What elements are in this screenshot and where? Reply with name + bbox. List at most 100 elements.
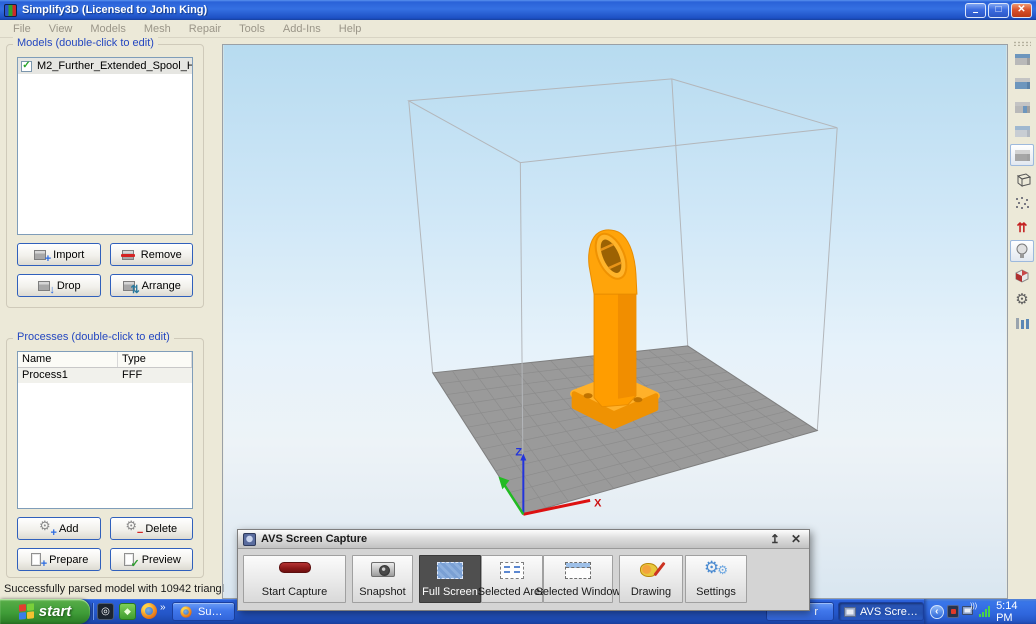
model-name: M2_Further_Extended_Spool_Holder [37, 60, 193, 72]
menu-addins[interactable]: Add-Ins [274, 23, 330, 35]
render-points-icon[interactable] [1010, 192, 1034, 214]
task-avs-screen[interactable]: AVS Screen ... [838, 602, 924, 621]
models-list[interactable]: ✓ M2_Further_Extended_Spool_Holder [17, 57, 193, 235]
selected-area-icon [500, 562, 524, 579]
quick-launch-media-icon[interactable]: ◎ [97, 603, 114, 620]
render-solid-icon[interactable] [1010, 144, 1034, 166]
remove-button[interactable]: Remove [110, 243, 194, 266]
add-process-button[interactable]: ⚙+ Add [17, 517, 101, 540]
selected-window-icon [565, 562, 591, 579]
process-type-cell: FFF [118, 368, 192, 383]
status-message: Successfully parsed model with 10942 tri… [4, 583, 236, 595]
model-checkbox[interactable]: ✓ [21, 61, 32, 72]
menu-repair[interactable]: Repair [180, 23, 230, 35]
tray-display-icon[interactable]: ))) [962, 605, 976, 618]
avs-capture-dialog: AVS Screen Capture ↥ ✕ Start Capture Sna… [237, 529, 810, 611]
import-button[interactable]: + Import [17, 243, 101, 266]
close-button[interactable]: ✕ [1011, 3, 1032, 18]
selected-window-button[interactable]: Selected Window [543, 555, 613, 603]
delete-gears-icon: ⚙− [125, 522, 140, 536]
arrange-button[interactable]: ⇅ Arrange [110, 274, 194, 297]
preview-document-icon: ✓ [122, 553, 137, 567]
view-side-cube-icon[interactable] [1010, 96, 1034, 118]
menu-tools[interactable]: Tools [230, 23, 274, 35]
start-capture-button[interactable]: Start Capture [243, 555, 346, 603]
desktop-screen: Simplify3D (Licensed to John King) – □ ✕… [0, 0, 1036, 624]
tray-clock[interactable]: 5:14 PM [996, 600, 1036, 624]
processes-table-header: Name Type [18, 352, 192, 368]
left-sidebar: Models (double-click to edit) ✓ M2_Furth… [0, 38, 222, 599]
models-groupbox-title: Models (double-click to edit) [13, 37, 158, 49]
table-row[interactable]: Process1 FFF [18, 368, 192, 383]
menu-view[interactable]: View [40, 23, 82, 35]
palette-pencil-icon [639, 562, 663, 578]
minimize-button[interactable]: – [965, 3, 986, 18]
menu-bar: File View Models Mesh Repair Tools Add-I… [0, 20, 1036, 38]
menu-help[interactable]: Help [330, 23, 371, 35]
tray-collapse-chevron[interactable]: ‹ [930, 605, 944, 619]
start-button[interactable]: start [0, 599, 90, 624]
settings-gear-icon[interactable]: ⚙ [1010, 288, 1034, 310]
view-toolbar: ⇈ ⚙ [1008, 38, 1036, 599]
viewport-canvas: Z X [223, 45, 1007, 598]
arrange-cubes-icon: ⇅ [122, 279, 137, 293]
viewport-3d[interactable]: Z X [222, 44, 1008, 599]
preview-button[interactable]: ✓ Preview [110, 548, 194, 571]
system-tray: ‹ ))) 5:14 PM [924, 599, 1036, 624]
avs-dialog-titlebar[interactable]: AVS Screen Capture ↥ ✕ [238, 530, 809, 549]
window-title: Simplify3D (Licensed to John King) [22, 4, 963, 16]
maximize-button[interactable]: □ [988, 3, 1009, 18]
processes-groupbox-title: Processes (double-click to edit) [13, 331, 174, 343]
task-summary[interactable]: Summary - ... [172, 602, 235, 621]
import-cube-icon: + [33, 248, 48, 262]
quick-launch-avs-icon[interactable]: ◆ [119, 603, 136, 620]
axis-label-z: Z [515, 447, 522, 459]
drawing-button[interactable]: Drawing [619, 555, 683, 603]
tray-avs-capture-icon[interactable] [947, 605, 960, 618]
view-front-cube-icon[interactable] [1010, 72, 1034, 94]
avs-window-icon [844, 607, 856, 617]
menu-mesh[interactable]: Mesh [135, 23, 180, 35]
avs-dialog-body: Start Capture Snapshot Full Screen Selec… [238, 549, 809, 611]
prepare-button[interactable]: + Prepare [17, 548, 101, 571]
record-pill-icon [279, 562, 311, 573]
settings-button[interactable]: ⚙⚙ Settings [685, 555, 747, 603]
avs-close-icon[interactable]: ✕ [788, 533, 804, 545]
avs-dialog-icon [243, 533, 256, 546]
process-name-cell: Process1 [18, 368, 118, 383]
firefox-icon [180, 606, 191, 617]
view-top-cube-icon[interactable] [1010, 120, 1034, 142]
taskbar-divider [92, 603, 94, 620]
menu-models[interactable]: Models [81, 23, 134, 35]
machine-control-icon[interactable] [1010, 312, 1034, 334]
render-wireframe-icon[interactable] [1010, 168, 1034, 190]
tray-signal-icon[interactable] [979, 606, 990, 617]
drop-cube-icon: ↓ [37, 279, 52, 293]
menu-file[interactable]: File [4, 23, 40, 35]
column-header-type: Type [118, 352, 192, 367]
model-list-item[interactable]: ✓ M2_Further_Extended_Spool_Holder [18, 58, 192, 74]
avs-dialog-title: AVS Screen Capture [261, 533, 762, 545]
gears-icon: ⚙⚙ [704, 562, 728, 579]
show-supports-icon[interactable]: ⇈ [1010, 216, 1034, 238]
prepare-document-icon: + [29, 553, 44, 567]
simplify3d-app-icon [4, 4, 17, 17]
delete-process-button[interactable]: ⚙− Delete [110, 517, 194, 540]
window-titlebar: Simplify3D (Licensed to John King) – □ ✕ [0, 0, 1036, 20]
selected-area-button[interactable]: Selected Area [481, 555, 543, 603]
quick-launch-firefox-icon[interactable] [141, 603, 157, 619]
processes-table[interactable]: Name Type Process1 FFF [17, 351, 193, 509]
drop-button[interactable]: ↓ Drop [17, 274, 101, 297]
view-default-cube-icon[interactable] [1010, 48, 1034, 70]
remove-cube-icon [121, 248, 136, 262]
cross-section-icon[interactable] [1010, 264, 1034, 286]
lighting-bulb-icon[interactable] [1010, 240, 1034, 262]
snapshot-button[interactable]: Snapshot [352, 555, 413, 603]
models-groupbox: Models (double-click to edit) ✓ M2_Furth… [6, 44, 204, 308]
camera-icon [371, 562, 395, 577]
full-screen-button[interactable]: Full Screen [419, 555, 481, 603]
avs-minimize-to-tray-icon[interactable]: ↥ [767, 533, 783, 545]
processes-groupbox: Processes (double-click to edit) Name Ty… [6, 338, 204, 578]
full-screen-icon [437, 562, 463, 579]
quick-launch-overflow-chevron[interactable]: » [160, 602, 166, 613]
